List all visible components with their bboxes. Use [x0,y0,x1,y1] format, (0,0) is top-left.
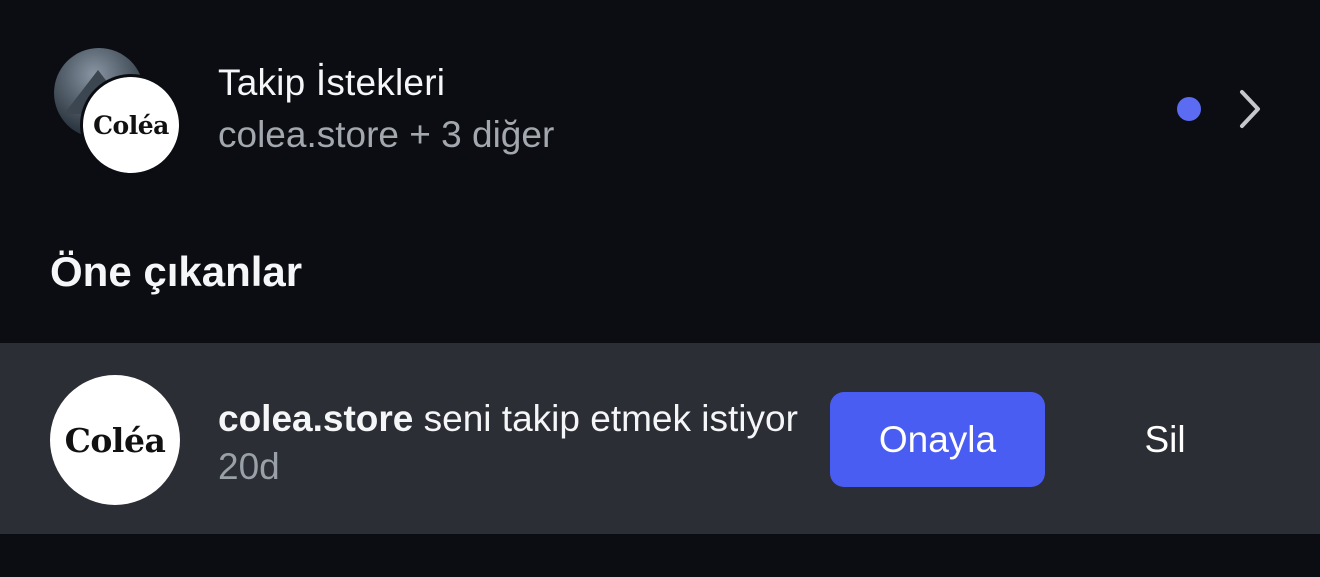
request-message-text: seni takip etmek istiyor [413,398,798,439]
highlights-heading: Öne çıkanlar [50,248,303,295]
request-timestamp: 20d [218,446,280,487]
notifications-page: Coléa Takip İstekleri colea.store + 3 di… [0,0,1320,577]
requester-avatar[interactable]: Coléa [50,375,180,505]
follow-requests-subtitle: colea.store + 3 diğer [218,114,555,155]
colea-logo: Coléa [64,420,166,460]
approve-button[interactable]: Onayla [830,392,1045,487]
follow-requests-title: Takip İstekleri [218,62,446,103]
unread-indicator [1177,97,1201,121]
colea-avatar: Coléa [80,74,182,176]
follow-requests-avatar-stack: Coléa [54,48,182,176]
request-message: colea.store seni takip etmek istiyor 20d [218,395,798,491]
delete-button[interactable]: Sil [1063,392,1267,487]
colea-logo: Coléa [93,110,169,140]
follow-request-item[interactable]: Coléa colea.store seni takip etmek istiy… [0,343,1320,534]
chevron-right-icon[interactable] [1234,86,1266,132]
requester-username[interactable]: colea.store [218,398,413,439]
follow-requests-row[interactable]: Coléa Takip İstekleri colea.store + 3 di… [0,0,1320,210]
